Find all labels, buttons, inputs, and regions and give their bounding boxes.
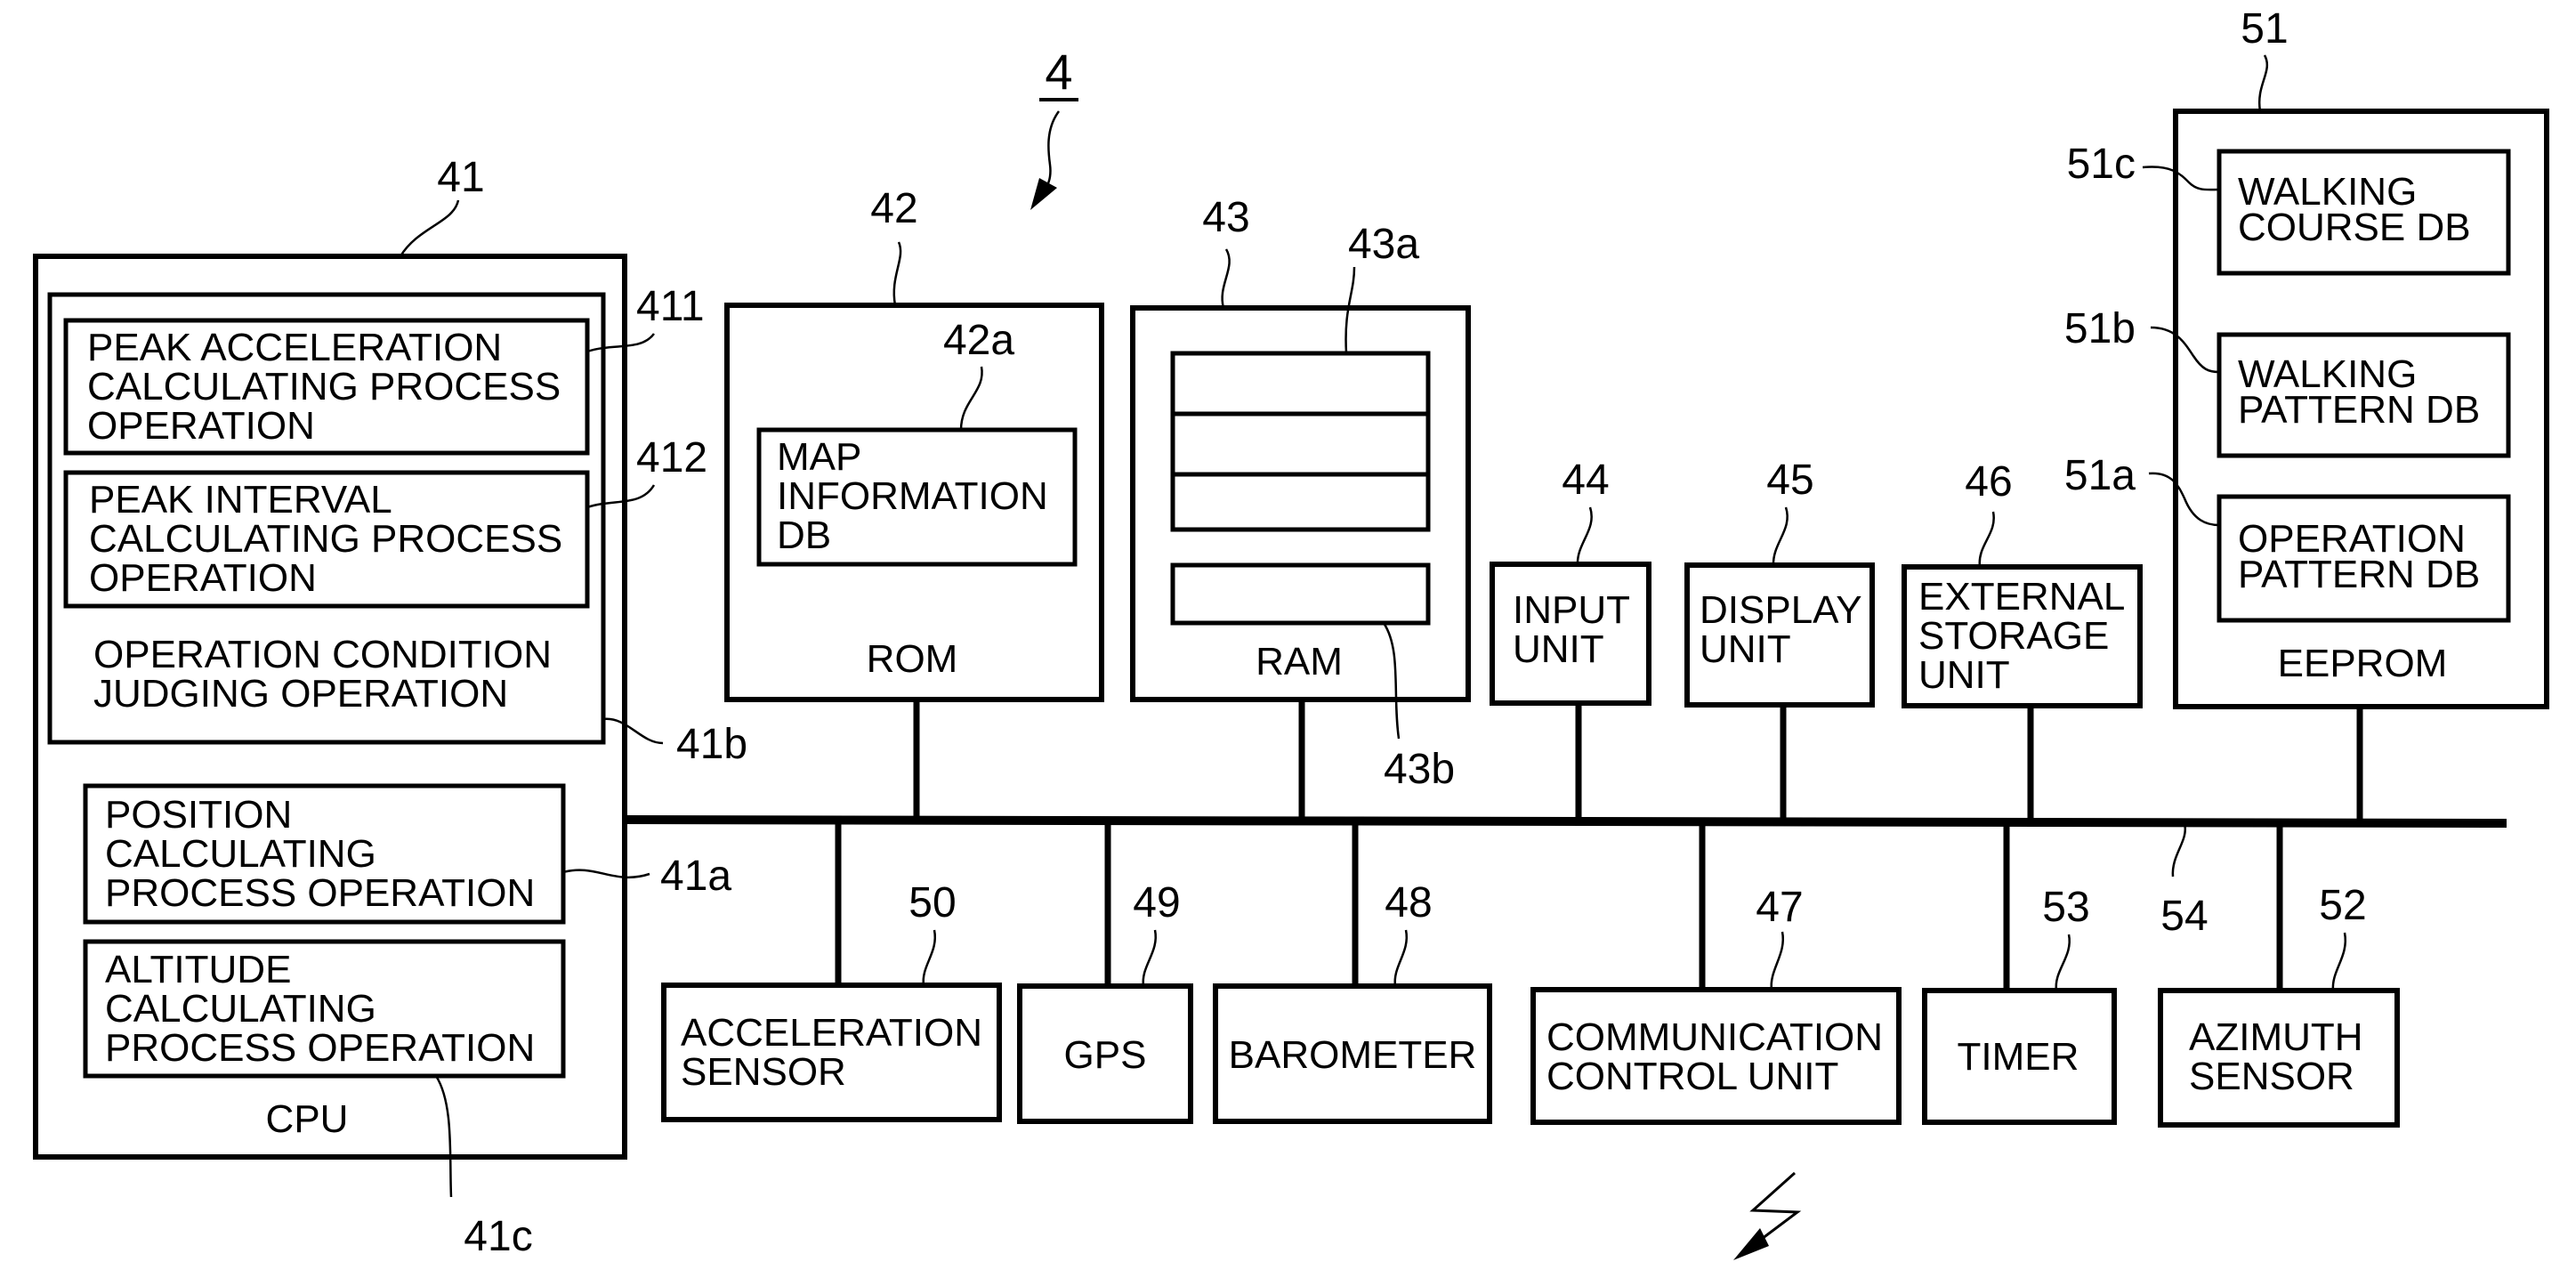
position-calc-ref: 41a	[660, 853, 731, 900]
figure-ref-arrowhead	[1030, 178, 1057, 210]
timer-text: TIMER	[1958, 1035, 2079, 1079]
block-diagram: 4 54 41 OPERATION CONDITION JUDGING OPER…	[33, 5, 2549, 1260]
bus-ref: 54	[2160, 893, 2208, 940]
gps-leader	[1142, 929, 1158, 987]
cpu-ref: 41	[437, 154, 484, 201]
figure-ref-group: 4	[1030, 44, 1078, 210]
lightning-arrow-icon	[1733, 1171, 1802, 1260]
display-unit-ref: 45	[1766, 457, 1813, 504]
display-unit-block[interactable]: 45 DISPLAY UNIT	[1684, 457, 1875, 821]
barometer-ref: 48	[1385, 879, 1432, 926]
rom-block[interactable]: 42 MAP INFORMATION DB 42a ROM	[724, 185, 1104, 820]
barometer-text: BAROMETER	[1229, 1033, 1477, 1077]
rom-label: ROM	[867, 637, 958, 681]
ram-ref: 43	[1202, 194, 1249, 241]
operation-pattern-db-text: OPERATION PATTERN DB	[2238, 517, 2480, 596]
ram-area-a	[1170, 351, 1431, 532]
input-unit-block[interactable]: 44 INPUT UNIT	[1490, 457, 1651, 821]
rom-ref-leader	[892, 241, 902, 306]
peak-interval-ref: 412	[636, 434, 707, 481]
system-bus	[622, 815, 2507, 828]
altitude-calc-ref: 41c	[464, 1213, 532, 1260]
gps-ref: 49	[1133, 879, 1180, 926]
judging-ref: 41b	[676, 721, 747, 768]
walking-course-db-ref: 51c	[2067, 141, 2136, 188]
azimuth-sensor-leader	[2331, 932, 2347, 991]
cpu-block[interactable]: 41 OPERATION CONDITION JUDGING OPERATION…	[33, 154, 747, 1260]
communication-control-block[interactable]: 47 COMMUNICATION CONTROL UNIT	[1530, 821, 1902, 1125]
ram-area-b	[1170, 562, 1431, 626]
timer-block[interactable]: 53 TIMER	[1922, 821, 2117, 1125]
cpu-label: CPU	[266, 1097, 349, 1141]
walking-pattern-db-ref: 51b	[2064, 305, 2136, 352]
figure-ref: 4	[1045, 44, 1072, 100]
barometer-leader	[1393, 929, 1409, 987]
eeprom-ref-leader	[2257, 54, 2269, 112]
ram-ref-leader	[1221, 248, 1231, 309]
external-storage-ref: 46	[1965, 458, 2012, 506]
gps-text: GPS	[1064, 1033, 1147, 1077]
acceleration-sensor-leader	[922, 929, 937, 986]
barometer-block[interactable]: 48 BAROMETER	[1213, 820, 1492, 1124]
azimuth-sensor-ref: 52	[2319, 882, 2366, 929]
ram-area-a-ref: 43a	[1348, 221, 1419, 268]
eeprom-label: EEPROM	[2278, 642, 2448, 685]
gps-block[interactable]: 49 GPS	[1017, 820, 1193, 1124]
external-storage-leader	[1978, 511, 1995, 568]
judging-operation-text: OPERATION CONDITION JUDGING OPERATION	[93, 633, 562, 716]
rom-ref: 42	[870, 185, 917, 232]
ram-label: RAM	[1256, 640, 1343, 683]
ram-block[interactable]: 43 43a 43b RAM	[1130, 194, 1471, 820]
operation-pattern-db-ref: 51a	[2064, 452, 2136, 499]
eeprom-ref: 51	[2241, 5, 2288, 53]
azimuth-sensor-block[interactable]: 52 AZIMUTH SENSOR	[2158, 823, 2400, 1128]
acceleration-sensor-ref: 50	[908, 879, 956, 926]
azimuth-sensor-text: AZIMUTH SENSOR	[2189, 1015, 2374, 1098]
timer-ref: 53	[2042, 884, 2089, 931]
input-unit-leader	[1576, 506, 1593, 565]
ram-area-b-ref: 43b	[1384, 746, 1455, 793]
cpu-ref-leader	[399, 199, 460, 257]
map-info-db-ref: 42a	[943, 317, 1014, 364]
timer-leader	[2055, 934, 2071, 991]
input-unit-ref: 44	[1562, 457, 1609, 504]
communication-control-ref: 47	[1756, 884, 1803, 931]
communication-control-leader	[1770, 931, 1785, 991]
peak-acceleration-ref: 411	[636, 283, 705, 330]
external-storage-block[interactable]: 46 EXTERNAL STORAGE UNIT	[1902, 458, 2143, 821]
bus-ref-leader	[2171, 822, 2187, 878]
display-unit-leader	[1772, 506, 1789, 566]
